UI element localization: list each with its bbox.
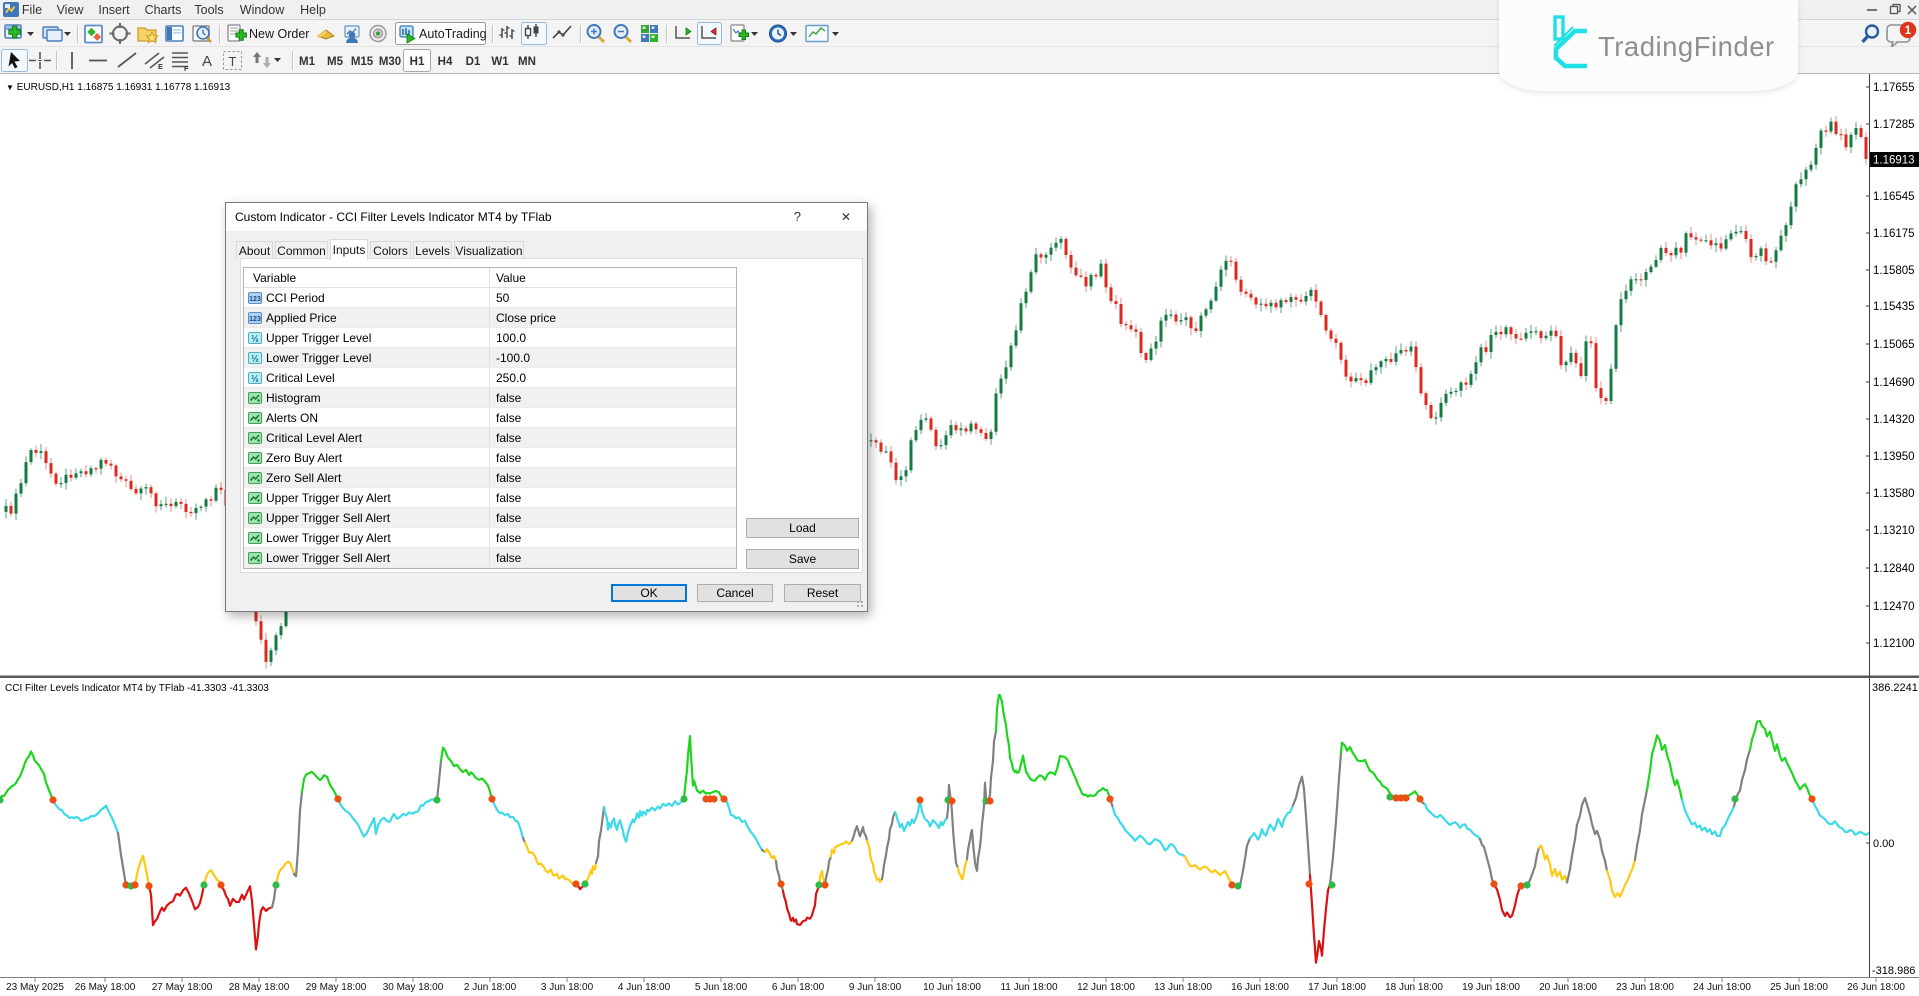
svg-text:1.14690: 1.14690 bbox=[1873, 377, 1915, 389]
svg-text:File: File bbox=[22, 3, 42, 17]
svg-text:26 May 18:00: 26 May 18:00 bbox=[75, 982, 136, 993]
svg-text:M15: M15 bbox=[351, 56, 374, 68]
svg-text:20 Jun 18:00: 20 Jun 18:00 bbox=[1539, 982, 1597, 993]
svg-text:AutoTrading: AutoTrading bbox=[419, 27, 487, 41]
svg-text:½: ½ bbox=[251, 354, 259, 364]
svg-text:6 Jun 18:00: 6 Jun 18:00 bbox=[772, 982, 825, 993]
svg-text:1.15065: 1.15065 bbox=[1873, 339, 1915, 351]
svg-text:1.12100: 1.12100 bbox=[1873, 638, 1915, 650]
svg-text:A: A bbox=[202, 53, 212, 70]
svg-text:1.17655: 1.17655 bbox=[1873, 82, 1915, 94]
svg-text:D1: D1 bbox=[466, 56, 481, 68]
svg-text:4 Jun 18:00: 4 Jun 18:00 bbox=[618, 982, 671, 993]
svg-text:1.16175: 1.16175 bbox=[1873, 228, 1915, 240]
svg-text:28 May 18:00: 28 May 18:00 bbox=[229, 982, 290, 993]
svg-text:MN: MN bbox=[518, 56, 536, 68]
svg-text:T: T bbox=[229, 54, 237, 69]
svg-text:3 Jun 18:00: 3 Jun 18:00 bbox=[541, 982, 594, 993]
svg-text:11 Jun 18:00: 11 Jun 18:00 bbox=[1000, 982, 1058, 993]
svg-text:1.12470: 1.12470 bbox=[1873, 601, 1915, 613]
svg-text:E: E bbox=[158, 62, 163, 71]
svg-text:0.00: 0.00 bbox=[1873, 838, 1894, 850]
svg-text:Tools: Tools bbox=[194, 3, 223, 17]
svg-text:Charts: Charts bbox=[145, 3, 182, 17]
svg-text:29 May 18:00: 29 May 18:00 bbox=[306, 982, 367, 993]
svg-text:123: 123 bbox=[249, 316, 261, 323]
svg-text:M1: M1 bbox=[299, 56, 316, 68]
svg-text:½: ½ bbox=[251, 334, 259, 344]
svg-text:H4: H4 bbox=[438, 56, 453, 68]
svg-text:1.13950: 1.13950 bbox=[1873, 451, 1915, 463]
svg-text:25 Jun 18:00: 25 Jun 18:00 bbox=[1770, 982, 1828, 993]
svg-text:18 Jun 18:00: 18 Jun 18:00 bbox=[1385, 982, 1443, 993]
svg-text:12 Jun 18:00: 12 Jun 18:00 bbox=[1077, 982, 1135, 993]
svg-text:123: 123 bbox=[249, 296, 261, 303]
svg-text:13 Jun 18:00: 13 Jun 18:00 bbox=[1154, 982, 1212, 993]
svg-text:1.17285: 1.17285 bbox=[1873, 119, 1915, 131]
svg-text:386.2241: 386.2241 bbox=[1872, 682, 1918, 694]
svg-text:1: 1 bbox=[1905, 25, 1912, 37]
svg-text:30 May 18:00: 30 May 18:00 bbox=[383, 982, 444, 993]
svg-text:M30: M30 bbox=[379, 56, 401, 68]
svg-text:9 Jun 18:00: 9 Jun 18:00 bbox=[849, 982, 902, 993]
svg-text:1.15435: 1.15435 bbox=[1873, 301, 1915, 313]
svg-text:CCI Filter Levels Indicator MT: CCI Filter Levels Indicator MT4 by TFlab… bbox=[5, 683, 269, 694]
svg-text:23 Jun 18:00: 23 Jun 18:00 bbox=[1616, 982, 1674, 993]
svg-text:1.13210: 1.13210 bbox=[1873, 525, 1915, 537]
svg-text:1.16913: 1.16913 bbox=[1873, 155, 1915, 167]
svg-text:½: ½ bbox=[251, 374, 259, 384]
svg-text:H1: H1 bbox=[410, 56, 425, 68]
svg-text:23 May 2025: 23 May 2025 bbox=[6, 982, 64, 993]
svg-text:W1: W1 bbox=[491, 56, 509, 68]
svg-text:-318.986: -318.986 bbox=[1872, 965, 1915, 977]
svg-text:1.15805: 1.15805 bbox=[1873, 265, 1915, 277]
svg-text:5 Jun 18:00: 5 Jun 18:00 bbox=[695, 982, 748, 993]
svg-text:M5: M5 bbox=[327, 56, 344, 68]
svg-text:▼ EURUSD,H1 1.16875 1.16931 1: ▼ EURUSD,H1 1.16875 1.16931 1.16778 1.16… bbox=[6, 82, 231, 93]
svg-text:16 Jun 18:00: 16 Jun 18:00 bbox=[1231, 982, 1289, 993]
svg-text:View: View bbox=[57, 3, 85, 17]
svg-text:1.13580: 1.13580 bbox=[1873, 488, 1915, 500]
svg-text:24 Jun 18:00: 24 Jun 18:00 bbox=[1693, 982, 1751, 993]
svg-text:1.14320: 1.14320 bbox=[1873, 414, 1915, 426]
svg-text:TradingFinder: TradingFinder bbox=[1598, 31, 1775, 62]
svg-text:Insert: Insert bbox=[98, 3, 130, 17]
svg-text:1.16545: 1.16545 bbox=[1873, 191, 1915, 203]
svg-text:17 Jun 18:00: 17 Jun 18:00 bbox=[1308, 982, 1366, 993]
svg-text:Help: Help bbox=[300, 3, 326, 17]
svg-text:Window: Window bbox=[240, 3, 285, 17]
svg-text:F: F bbox=[184, 64, 189, 73]
svg-text:27 May 18:00: 27 May 18:00 bbox=[152, 982, 213, 993]
svg-text:1.12840: 1.12840 bbox=[1873, 563, 1915, 575]
svg-text:26 Jun 18:00: 26 Jun 18:00 bbox=[1847, 982, 1905, 993]
svg-text:10 Jun 18:00: 10 Jun 18:00 bbox=[923, 982, 981, 993]
svg-text:2 Jun 18:00: 2 Jun 18:00 bbox=[464, 982, 517, 993]
svg-text:19 Jun 18:00: 19 Jun 18:00 bbox=[1462, 982, 1520, 993]
svg-text:New Order: New Order bbox=[249, 27, 309, 41]
